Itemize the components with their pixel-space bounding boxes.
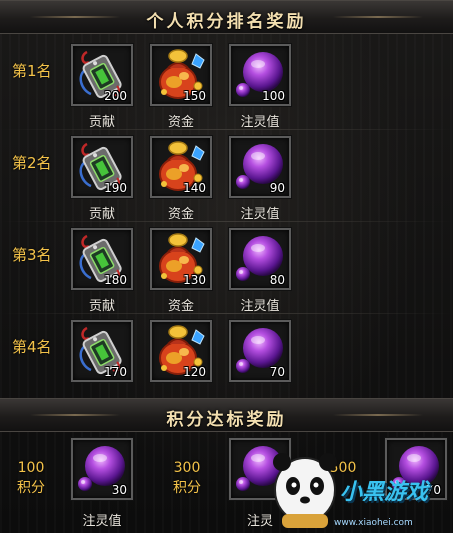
rank-reward-header: 个人积分排名奖励 — [0, 0, 453, 34]
item-label: 贡献 — [88, 115, 115, 130]
reward-item-slot[interactable]: 120 — [149, 319, 213, 383]
item-label: 资金 — [167, 299, 194, 314]
rank-reward-row: 第1名 200 贡献 150 资金 100 注灵值 — [0, 38, 453, 130]
milestone-points-unit: 积分 — [173, 480, 201, 496]
item-count: 80 — [269, 273, 285, 287]
panda-mascot-icon — [273, 453, 337, 528]
item-label: 贡献 — [88, 299, 115, 314]
item-count: 170 — [104, 365, 127, 379]
item-count: 90 — [269, 181, 285, 195]
rank-label: 第2名 — [12, 154, 52, 172]
rank-reward-row: 第4名 170 120 70 — [0, 314, 453, 406]
reward-item-slot[interactable]: 100 — [228, 43, 292, 107]
item-label: 注灵值 — [240, 299, 280, 314]
item-count: 150 — [183, 89, 206, 103]
reward-item-slot[interactable]: 190 — [70, 135, 134, 199]
item-count: 140 — [183, 181, 206, 195]
item-count: 200 — [104, 89, 127, 103]
item-label: 资金 — [167, 207, 194, 222]
reward-item-slot[interactable]: 80 — [228, 227, 292, 291]
item-label: 资金 — [167, 115, 194, 130]
item-count: 70 — [269, 365, 285, 379]
item-count: 130 — [183, 273, 206, 287]
reward-item-slot[interactable]: 90 — [228, 135, 292, 199]
rank-label: 第3名 — [12, 246, 52, 264]
item-count: 100 — [262, 89, 285, 103]
reward-item-slot[interactable]: 140 — [149, 135, 213, 199]
reward-item-slot[interactable]: 170 — [70, 319, 134, 383]
rank-label: 第1名 — [12, 62, 52, 80]
milestone-reward-title: 积分达标奖励 — [166, 410, 287, 430]
item-label: 注灵值 — [240, 207, 280, 222]
item-count: 30 — [111, 483, 127, 497]
reward-item-slot[interactable]: 180 — [70, 227, 134, 291]
reward-item-slot[interactable]: 150 — [149, 43, 213, 107]
item-label: 注灵值 — [82, 514, 122, 529]
item-label: 注灵值 — [240, 115, 280, 130]
item-label: 贡献 — [88, 207, 115, 222]
reward-item-slot[interactable]: 200 — [70, 43, 134, 107]
rank-reward-title: 个人积分排名奖励 — [146, 12, 307, 32]
milestone-reward-header: 积分达标奖励 — [0, 398, 453, 432]
milestone-points: 300 — [173, 460, 201, 476]
item-count: 120 — [183, 365, 206, 379]
reward-item-slot[interactable]: 130 — [149, 227, 213, 291]
reward-item-slot[interactable]: 30 — [70, 437, 134, 501]
rank-reward-row: 第2名 190 贡献 140 资金 90 注灵值 — [0, 130, 453, 222]
header-ornament-right — [333, 16, 423, 18]
watermark-url: www.xiaohei.com — [334, 518, 413, 528]
milestone-points: 100 — [17, 460, 45, 476]
item-count: 190 — [104, 181, 127, 195]
item-count: 180 — [104, 273, 127, 287]
reward-item-slot[interactable]: 70 — [228, 319, 292, 383]
rank-label: 第4名 — [12, 338, 52, 356]
rank-reward-row: 第3名 180 贡献 130 资金 80 注灵值 — [0, 222, 453, 314]
header-ornament-right — [333, 414, 423, 416]
reward-panel: 个人积分排名奖励 第1名 200 贡献 150 资金 100 注灵值 第2名 190 贡献 140 资… — [0, 0, 453, 533]
milestone-points-unit: 积分 — [17, 480, 45, 496]
site-watermark: 小黑游戏 www.xiaohei.com — [270, 440, 453, 533]
watermark-text: 小黑游戏 — [340, 480, 429, 505]
